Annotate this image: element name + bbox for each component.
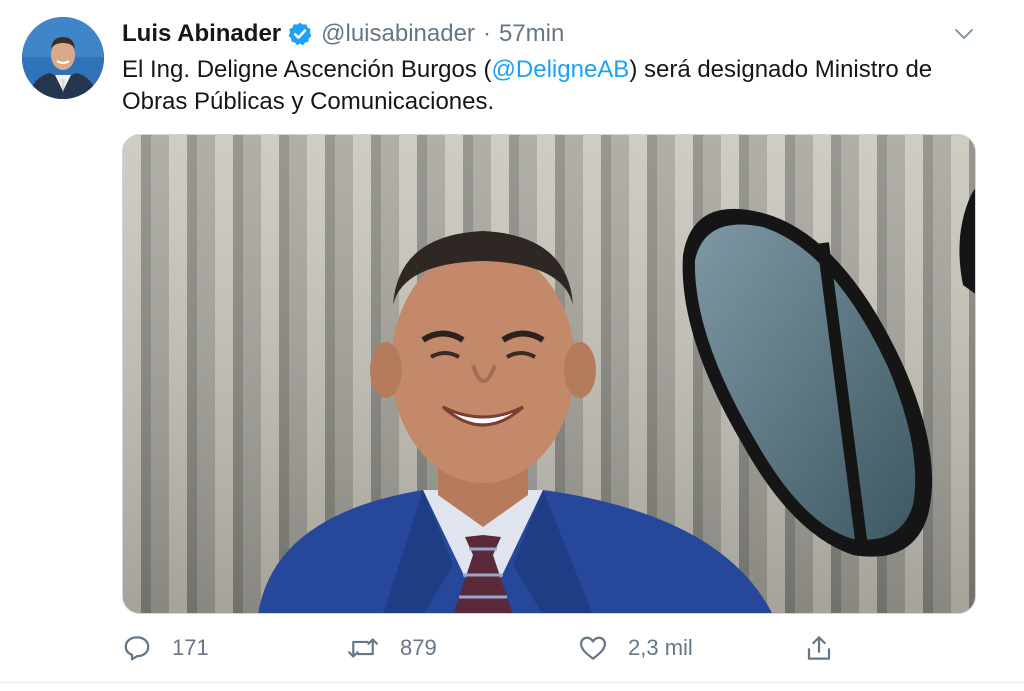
like-icon <box>578 633 608 663</box>
share-button[interactable] <box>804 628 834 668</box>
chevron-down-icon[interactable] <box>952 22 976 46</box>
tweet-header: Luis Abinader @luisabinader · 57min <box>122 18 564 50</box>
reply-icon <box>122 633 152 663</box>
avatar[interactable] <box>22 17 104 99</box>
divider <box>0 682 1024 683</box>
retweet-icon <box>346 633 380 663</box>
tweet-photo[interactable] <box>122 134 976 614</box>
tweet-actions: 171 879 2,3 mil <box>122 628 842 668</box>
handle[interactable]: @luisabinader <box>321 20 475 48</box>
separator-dot: · <box>482 20 491 47</box>
share-icon <box>804 633 834 663</box>
mention-link[interactable]: @DeligneAB <box>492 56 630 83</box>
tweet-text: El Ing. Deligne Ascención Burgos (@Delig… <box>122 54 982 118</box>
verified-badge-icon <box>287 21 313 47</box>
like-count: 2,3 mil <box>628 635 693 660</box>
reply-button[interactable]: 171 <box>122 628 209 668</box>
tweet-text-start: El Ing. Deligne Ascención Burgos ( <box>122 56 492 83</box>
retweet-button[interactable]: 879 <box>346 628 437 668</box>
tweet-card[interactable]: Luis Abinader @luisabinader · 57min El I… <box>0 0 1024 691</box>
like-button[interactable]: 2,3 mil <box>578 628 693 668</box>
retweet-count: 879 <box>400 635 437 660</box>
timestamp[interactable]: 57min <box>499 20 564 48</box>
display-name[interactable]: Luis Abinader <box>122 20 281 48</box>
reply-count: 171 <box>172 635 209 660</box>
